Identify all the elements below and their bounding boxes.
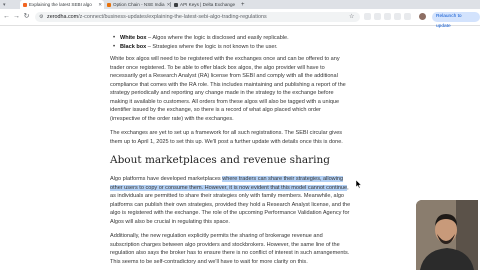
extension-icon[interactable] bbox=[364, 13, 371, 20]
paragraph-line: Algos will also be crucial in regulating… bbox=[110, 218, 230, 225]
paragraph-line: identifier issued by the exchange, so th… bbox=[110, 107, 321, 113]
bullet-term: White box bbox=[120, 35, 147, 41]
bullet-white-box: • White box – Algos where the logic is d… bbox=[113, 34, 370, 42]
forward-icon[interactable]: → bbox=[12, 12, 21, 21]
tab-label: Option Chain - NSE India bbox=[113, 2, 165, 7]
extension-icon[interactable] bbox=[404, 13, 411, 20]
paragraph-line: strategy periodically and reporting any … bbox=[110, 90, 334, 96]
paragraph-line: platforms can publish their own strategi… bbox=[110, 201, 351, 208]
paragraph-line: Algo platforms have developed marketplac… bbox=[110, 176, 344, 182]
selected-text[interactable]: where traders can share their strategies… bbox=[222, 176, 344, 182]
tab-sebi-article[interactable]: Explaining the latest SEBI algo ✕ bbox=[20, 0, 104, 9]
tab-list-icon[interactable]: ▾ bbox=[3, 2, 6, 8]
reload-icon[interactable]: ↻ bbox=[22, 12, 31, 21]
paragraph-line: subscription charges between algo provid… bbox=[110, 241, 340, 248]
mouse-cursor-icon bbox=[356, 180, 362, 189]
paragraph-line: The exchanges are yet to set up a framew… bbox=[110, 130, 343, 136]
relaunch-to-update-button[interactable]: Relaunch to update bbox=[432, 12, 480, 29]
nse-favicon-icon bbox=[107, 2, 111, 7]
extension-icon[interactable] bbox=[374, 13, 381, 20]
paragraph-line: (irrespective of the order rate) with th… bbox=[110, 115, 234, 122]
url-domain: zerodha.com bbox=[47, 14, 79, 20]
zerodha-favicon-icon bbox=[23, 2, 27, 7]
bullet-term: Black box bbox=[120, 43, 147, 50]
paragraph-line: making it available to customers. All or… bbox=[110, 98, 340, 105]
paragraph-line: This seems to be self-contradictory and … bbox=[110, 258, 308, 265]
paragraph-line: as individuals are permitted to share th… bbox=[110, 193, 344, 199]
paragraph-line: algo is registered with the exchange. Th… bbox=[110, 210, 350, 216]
tab-label: API Keys | Delta Exchange bbox=[180, 2, 236, 7]
paragraph-line: compliance that comes with the RA role. … bbox=[110, 81, 346, 88]
section-heading: About marketplaces and revenue sharing bbox=[110, 154, 330, 166]
paragraph-line: necessarily get a Research Analyst (RA) … bbox=[110, 73, 338, 79]
address-bar[interactable]: ⚙ zerodha.com/z-connect/business-updates… bbox=[35, 12, 360, 22]
paragraph-line: White box algos will need to be register… bbox=[110, 56, 340, 62]
tab-api-keys[interactable]: API Keys | Delta Exchange ✕ bbox=[171, 0, 237, 9]
paragraph-line: Additionally, the new regulation explici… bbox=[110, 233, 323, 239]
paragraph-line: them up to April 1, 2025 to set this up.… bbox=[110, 138, 343, 145]
tab-bar: ▾ Explaining the latest SEBI algo ✕ Opti… bbox=[0, 0, 480, 9]
webcam-overlay bbox=[416, 200, 478, 270]
tab-sebi-article[interactable]: ▾ bbox=[2, 0, 8, 9]
bullet-dot: • bbox=[113, 35, 116, 41]
delta-favicon-icon bbox=[174, 2, 178, 7]
extension-icon[interactable] bbox=[394, 13, 401, 20]
page-content: • White box – Algos where the logic is d… bbox=[0, 26, 480, 270]
tab-option-chain[interactable]: Option Chain - NSE India ✕ bbox=[104, 0, 170, 9]
back-icon[interactable]: ← bbox=[2, 12, 11, 21]
browser-toolbar: ← → ↻ ⚙ zerodha.com/z-connect/business-u… bbox=[0, 9, 480, 29]
new-tab-button[interactable]: + bbox=[238, 0, 246, 9]
bullet-black-box: • Black box – Strategies where the logic… bbox=[113, 43, 370, 51]
profile-avatar[interactable] bbox=[419, 13, 426, 20]
extension-icon[interactable] bbox=[384, 13, 391, 20]
bullet-text: – Strategies where the logic is not know… bbox=[146, 43, 278, 50]
presenter-video-icon bbox=[416, 200, 478, 270]
url-path: /z-connect/business-updates/explaining-t… bbox=[78, 14, 267, 20]
bookmark-star-icon[interactable]: ☆ bbox=[349, 13, 354, 20]
site-info-icon[interactable]: ⚙ bbox=[39, 12, 43, 22]
tab-label: Explaining the latest SEBI algo bbox=[29, 2, 92, 7]
paragraph-line: trader once registered. To be able to of… bbox=[110, 64, 325, 71]
bullet-text: – Algos where the logic is disclosed and… bbox=[146, 35, 289, 41]
bullet-dot: • bbox=[113, 43, 116, 50]
plain-text: , bbox=[347, 184, 349, 191]
paragraph-line: other users to copy or consume them. How… bbox=[110, 184, 349, 191]
plain-text: Algo platforms have developed marketplac… bbox=[110, 176, 223, 182]
paragraph-line: regulation also says the broker has to e… bbox=[110, 250, 350, 256]
selected-text[interactable]: other users to copy or consume them. How… bbox=[110, 184, 348, 191]
